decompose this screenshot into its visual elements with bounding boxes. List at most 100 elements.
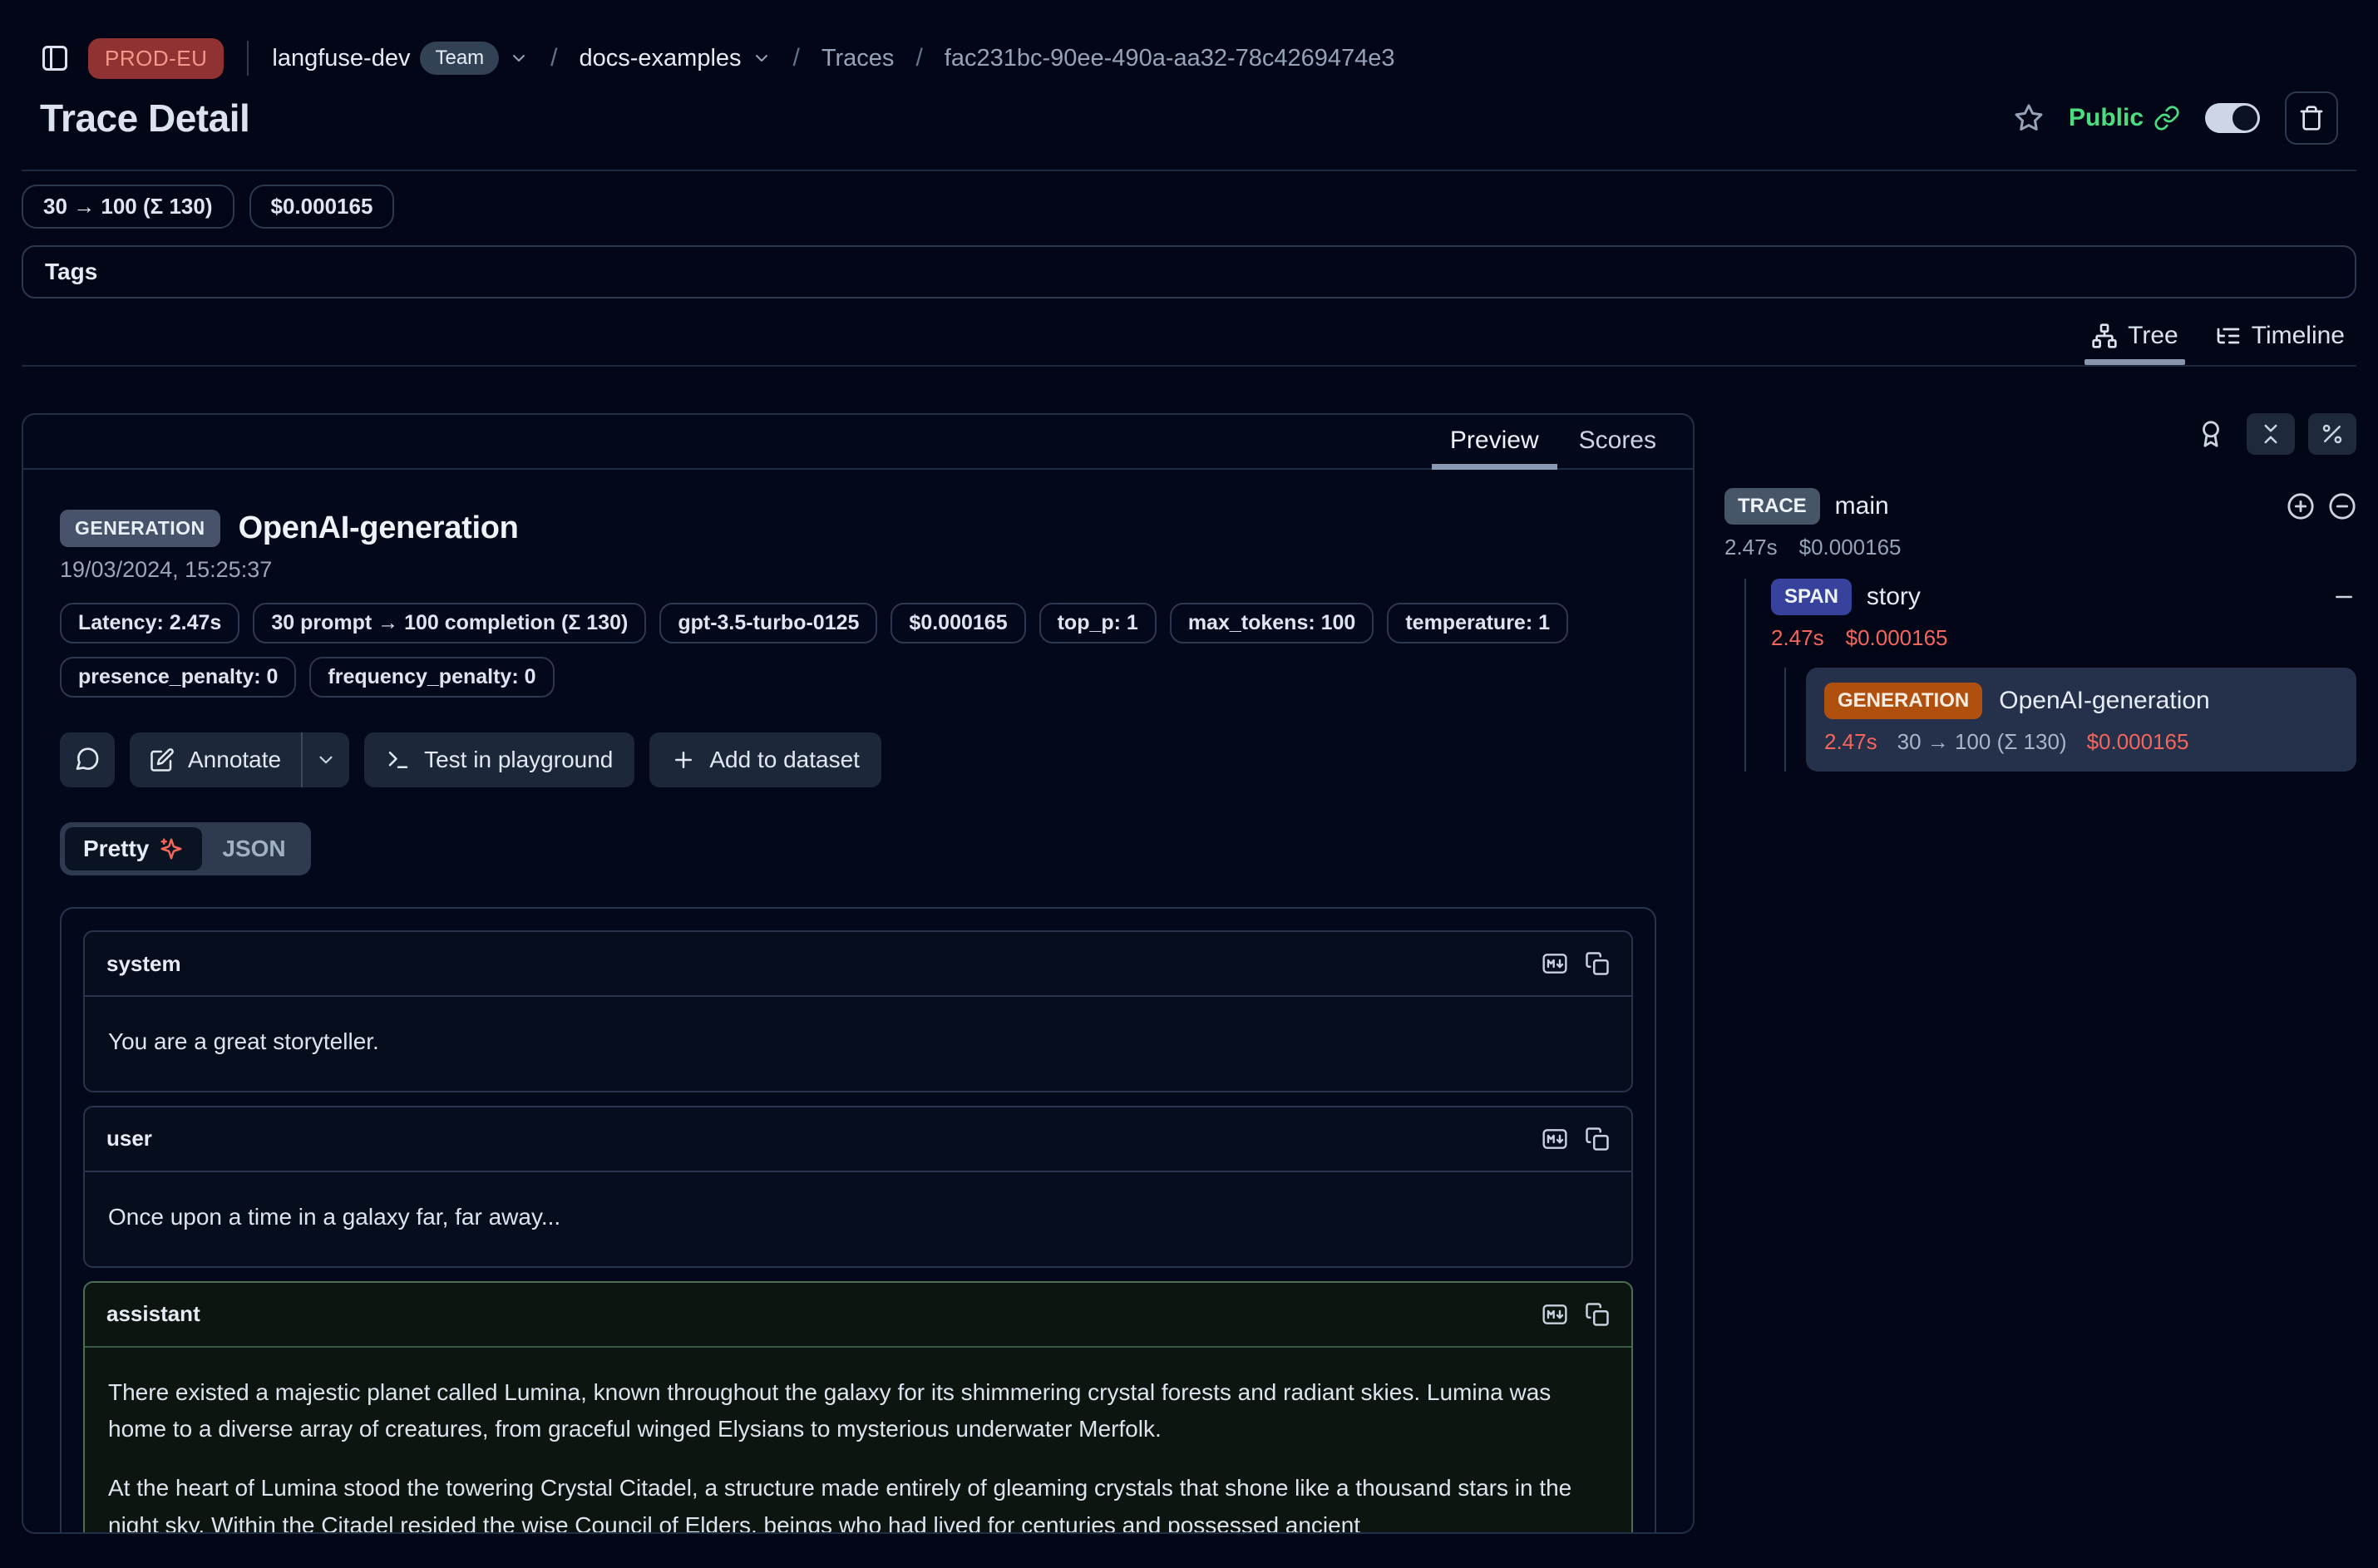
comment-button[interactable] — [60, 732, 115, 787]
top-p-pill: top_p: 1 — [1039, 603, 1157, 643]
observation-actions: Annotate Test in playgroun — [60, 732, 1656, 787]
star-icon — [2014, 103, 2044, 133]
award-icon — [2197, 420, 2225, 448]
span-metrics: 2.47s $0.000165 — [1771, 625, 2356, 651]
cost-badge: $0.000165 — [249, 185, 395, 229]
tab-scores[interactable]: Scores — [1579, 427, 1656, 468]
message-role-label: user — [106, 1126, 152, 1151]
tree-node-span[interactable]: SPAN story — [1771, 579, 2356, 615]
plus-circle-icon — [2287, 492, 2315, 520]
markdown-toggle-button[interactable] — [1542, 1126, 1568, 1152]
tree-node-generation-selected[interactable]: GENERATION OpenAI-generation 2.47s 30 → … — [1806, 668, 2356, 772]
pretty-toggle[interactable]: Pretty — [65, 827, 202, 870]
minus-circle-icon — [2328, 492, 2356, 520]
breadcrumb-traces[interactable]: Traces — [821, 45, 895, 72]
link-icon — [2154, 105, 2180, 131]
pretty-label: Pretty — [83, 836, 149, 862]
toggle-knob — [2232, 106, 2257, 131]
message-role-label: assistant — [106, 1301, 200, 1327]
model-pill: gpt-3.5-turbo-0125 — [659, 603, 877, 643]
public-toggle[interactable] — [2205, 103, 2260, 133]
delete-trace-button[interactable] — [2285, 91, 2338, 145]
temperature-pill: temperature: 1 — [1387, 603, 1568, 643]
test-in-playground-button[interactable]: Test in playground — [364, 732, 634, 787]
zoom-out-button[interactable] — [2328, 492, 2356, 520]
copy-button[interactable] — [1585, 951, 1610, 976]
environment-badge[interactable]: PROD-EU — [88, 38, 224, 79]
active-tab-indicator — [1432, 464, 1557, 470]
zoom-in-button[interactable] — [2287, 492, 2315, 520]
generation-metrics: 2.47s 30 → 100 (Σ 130) $0.000165 — [1824, 729, 2338, 755]
annotate-label: Annotate — [188, 747, 281, 773]
tab-timeline-label: Timeline — [2252, 322, 2345, 350]
markdown-icon — [1542, 950, 1568, 977]
playground-label: Test in playground — [424, 747, 613, 773]
generation-name: OpenAI-generation — [1999, 687, 2210, 715]
breadcrumb-org[interactable]: langfuse-dev — [272, 45, 410, 72]
trace-name: main — [1835, 492, 1889, 520]
trace-type-badge: TRACE — [1724, 488, 1820, 525]
trace-detail-page: PROD-EU langfuse-dev Team / docs-example… — [0, 0, 2378, 1568]
panel-left-icon — [40, 43, 70, 73]
max-tokens-pill: max_tokens: 100 — [1170, 603, 1374, 643]
tab-timeline[interactable]: Timeline — [2215, 322, 2345, 365]
observation-metadata-row-1: Latency: 2.47s 30 prompt → 100 completio… — [60, 603, 1656, 643]
copy-icon — [1585, 951, 1610, 976]
copy-button[interactable] — [1585, 1127, 1610, 1151]
public-label: Public — [2069, 104, 2144, 132]
trace-metrics: 2.47s $0.000165 — [1724, 535, 2356, 560]
cost-pill: $0.000165 — [891, 603, 1025, 643]
metrics-toggle-button[interactable] — [2308, 413, 2356, 455]
public-link[interactable]: Public — [2069, 104, 2180, 132]
latency-pill: Latency: 2.47s — [60, 603, 239, 643]
trace-tree-panel: TRACE main 2.47s — [1724, 413, 2356, 772]
generation-tokens: 30 → 100 (Σ 130) — [1897, 729, 2067, 755]
message-role-label: system — [106, 951, 181, 977]
json-label: JSON — [222, 836, 285, 862]
observation-title: OpenAI-generation — [239, 510, 519, 546]
view-tabs: Tree Timeline — [22, 322, 2356, 367]
span-type-badge: SPAN — [1771, 579, 1852, 615]
collapse-all-button[interactable] — [2247, 413, 2295, 455]
messages-container: system — [60, 907, 1656, 1534]
collapse-node-button[interactable] — [2331, 584, 2356, 609]
scores-annotation-button[interactable] — [2197, 420, 2225, 448]
minus-icon — [2331, 584, 2356, 609]
markdown-toggle-button[interactable] — [1542, 1301, 1568, 1328]
tab-preview[interactable]: Preview — [1450, 427, 1539, 468]
observation-type-badge: GENERATION — [60, 510, 220, 547]
tags-container[interactable]: Tags — [22, 245, 2356, 298]
markdown-icon — [1542, 1301, 1568, 1328]
trace-children: SPAN story 2.47s $0.000165 — [1744, 579, 2356, 772]
active-tab-indicator — [2084, 359, 2185, 365]
copy-icon — [1585, 1302, 1610, 1327]
add-to-dataset-button[interactable]: Add to dataset — [649, 732, 881, 787]
copy-button[interactable] — [1585, 1302, 1610, 1327]
markdown-toggle-button[interactable] — [1542, 950, 1568, 977]
generation-type-badge: GENERATION — [1824, 683, 1982, 719]
tab-scores-label: Scores — [1579, 427, 1656, 454]
tab-tree[interactable]: Tree — [2091, 322, 2178, 365]
page-title: Trace Detail — [40, 96, 249, 141]
breadcrumb-project[interactable]: docs-examples — [580, 45, 742, 72]
chevron-down-icon[interactable] — [509, 48, 529, 68]
copy-icon — [1585, 1127, 1610, 1151]
sidebar-toggle-button[interactable] — [40, 43, 70, 73]
tab-tree-label: Tree — [2128, 322, 2178, 350]
bookmark-star-button[interactable] — [2014, 103, 2044, 133]
annotate-pen-icon — [150, 747, 175, 772]
tree-node-trace[interactable]: TRACE main — [1724, 488, 2356, 525]
message-user: user — [83, 1106, 1633, 1268]
generation-latency: 2.47s — [1824, 729, 1877, 755]
trace-cost: $0.000165 — [1799, 535, 1902, 560]
org-plan-badge: Team — [420, 42, 499, 75]
annotate-dropdown-button[interactable] — [303, 732, 349, 787]
chevron-down-icon — [315, 749, 337, 771]
annotate-button[interactable]: Annotate — [130, 732, 301, 787]
comment-icon — [74, 747, 101, 773]
plus-icon — [671, 747, 696, 772]
chevron-down-icon[interactable] — [752, 48, 772, 68]
json-toggle[interactable]: JSON — [202, 827, 305, 870]
span-latency: 2.47s — [1771, 625, 1824, 651]
token-usage-pill: 30 prompt → 100 completion (Σ 130) — [253, 603, 646, 643]
